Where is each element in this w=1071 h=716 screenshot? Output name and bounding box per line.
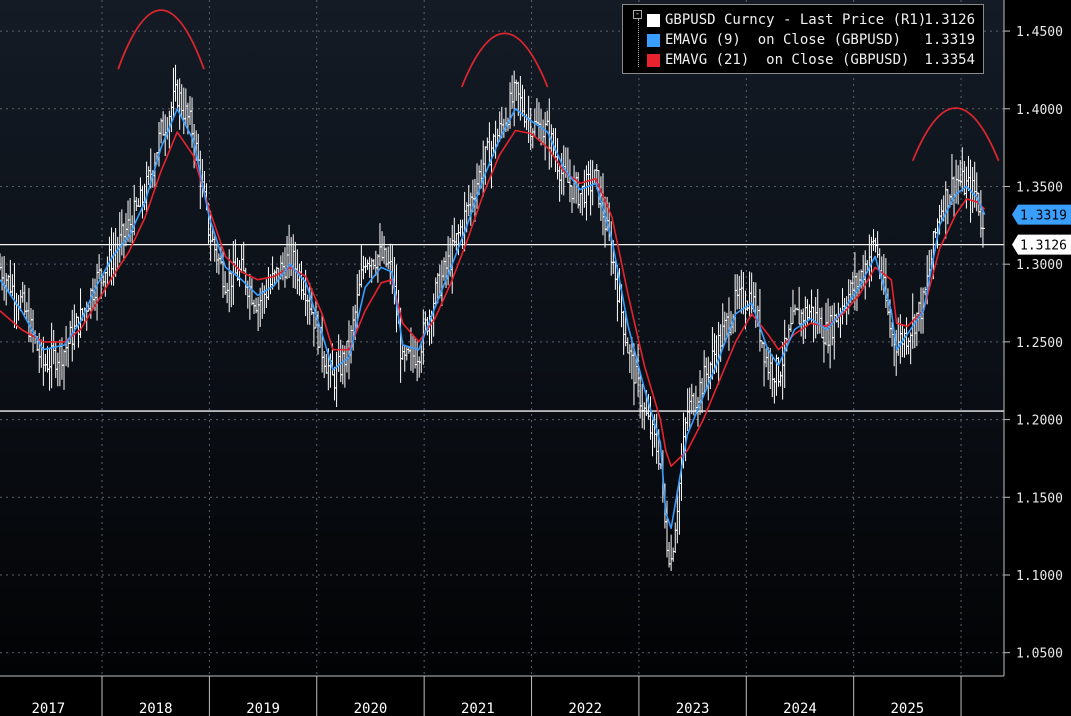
y-axis-ticks: 1.0500 1.1000 1.1500 1.2000 1.2500 1.3000 1.35…: [1004, 25, 1063, 662]
legend-swatch: [647, 54, 660, 67]
legend-value: 1.3126: [924, 12, 975, 28]
chart-canvas: 1.0500 1.1000 1.1500 1.2000 1.2500 1.3000 1.35…: [0, 0, 1071, 716]
x-tick-label: 2022: [568, 701, 602, 716]
legend-swatch: [647, 34, 660, 47]
y-tick-label: 1.2000: [1016, 414, 1063, 429]
x-tick-label: 2020: [354, 701, 388, 716]
ema9-badge: 1.3319: [1012, 204, 1071, 225]
x-tick-label: 2023: [676, 701, 710, 716]
x-tick-label: 2021: [461, 701, 495, 716]
x-tick-label: 2017: [31, 701, 65, 716]
y-tick-label: 1.4000: [1016, 103, 1063, 118]
legend-item-last-price: GBPUSD Curncy - Last Price (R1) 1.3126: [623, 11, 983, 31]
chart-legend: - GBPUSD Curncy - Last Price (R1) 1.3126…: [622, 4, 984, 74]
legend-label: EMAVG (21) on Close (GBPUSD): [665, 52, 910, 68]
x-tick-label: 2018: [139, 701, 173, 716]
y-tick-label: 1.1000: [1016, 569, 1063, 584]
x-axis-ticks: 2017 2018 2019 2020 2021 2022 2023 2024 2025: [31, 676, 962, 716]
legend-label: GBPUSD Curncy - Last Price (R1): [665, 12, 927, 28]
legend-value: 1.3354: [924, 52, 975, 68]
legend-item-ema21: EMAVG (21) on Close (GBPUSD) 1.3354: [623, 51, 983, 71]
x-tick-label: 2024: [783, 701, 817, 716]
y-tick-label: 1.2500: [1016, 336, 1063, 351]
legend-item-ema9: EMAVG (9) on Close (GBPUSD) 1.3319: [623, 31, 983, 51]
last-price-badge: 1.3126: [1012, 234, 1071, 255]
y-tick-label: 1.0500: [1016, 647, 1063, 662]
x-tick-label: 2019: [246, 701, 280, 716]
legend-swatch: [647, 14, 660, 27]
y-tick-label: 1.4500: [1016, 25, 1063, 40]
badge-value: 1.3126: [1020, 239, 1067, 254]
y-tick-label: 1.3500: [1016, 180, 1063, 195]
legend-value: 1.3319: [924, 32, 975, 48]
legend-label: EMAVG (9) on Close (GBPUSD): [665, 32, 902, 48]
y-tick-label: 1.3000: [1016, 258, 1063, 273]
axis-value-badges: 1.3319 1.3126: [1012, 204, 1071, 255]
y-tick-label: 1.1500: [1016, 491, 1063, 506]
badge-value: 1.3319: [1020, 209, 1067, 224]
x-tick-label: 2025: [890, 701, 924, 716]
